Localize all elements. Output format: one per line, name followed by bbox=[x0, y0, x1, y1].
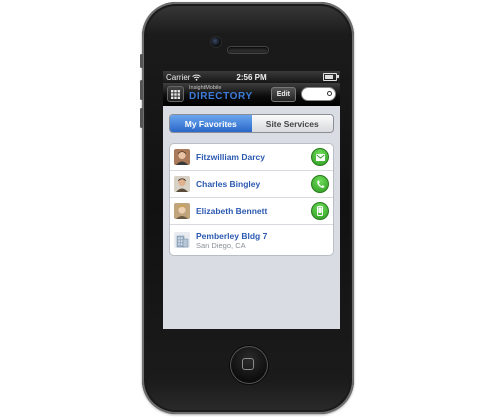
carrier-label: Carrier bbox=[166, 72, 191, 82]
phone-screen: Carrier 2:56 PM InsightMobile DIRECTORY … bbox=[163, 71, 340, 329]
carrier-group: Carrier bbox=[166, 72, 202, 82]
battery-icon bbox=[323, 73, 339, 81]
location-city: San Diego, CA bbox=[196, 240, 246, 250]
segmented-control: My Favorites Site Services bbox=[169, 114, 334, 133]
tab-my-favorites[interactable]: My Favorites bbox=[170, 115, 252, 132]
avatar bbox=[174, 149, 190, 165]
volume-up-button bbox=[140, 80, 143, 100]
nav-bar: InsightMobile DIRECTORY Edit bbox=[163, 83, 340, 106]
app-logo: InsightMobile DIRECTORY bbox=[189, 86, 253, 102]
edit-button[interactable]: Edit bbox=[270, 86, 296, 102]
volume-down-button bbox=[140, 108, 143, 128]
menu-grid-button[interactable] bbox=[167, 86, 184, 102]
contact-name: Elizabeth Bennett bbox=[196, 206, 268, 216]
list-item[interactable]: Elizabeth Bennett bbox=[170, 198, 333, 225]
status-bar: Carrier 2:56 PM bbox=[163, 71, 340, 83]
avatar bbox=[174, 203, 190, 219]
mobile-phone-icon bbox=[317, 206, 323, 216]
ringer-switch bbox=[140, 54, 143, 68]
grid-icon bbox=[171, 89, 180, 99]
contact-name: Charles Bingley bbox=[196, 179, 261, 189]
building-icon bbox=[174, 232, 190, 248]
wifi-icon bbox=[192, 74, 202, 81]
location-item[interactable]: Pemberley Bldg 7 San Diego, CA bbox=[170, 225, 333, 255]
email-button[interactable] bbox=[311, 148, 329, 166]
list-item[interactable]: Charles Bingley bbox=[170, 171, 333, 198]
location-text: Pemberley Bldg 7 San Diego, CA bbox=[196, 231, 267, 250]
favorites-list: Fitzwilliam Darcy Charles Bingley Elizab… bbox=[169, 143, 334, 256]
logo-title: DIRECTORY bbox=[189, 90, 253, 102]
call-button[interactable] bbox=[311, 175, 329, 193]
location-name: Pemberley Bldg 7 bbox=[196, 230, 268, 241]
front-camera bbox=[211, 37, 221, 47]
mobile-call-button[interactable] bbox=[311, 202, 329, 220]
earpiece-speaker bbox=[228, 47, 268, 53]
search-toggle[interactable] bbox=[301, 87, 336, 101]
tab-site-services[interactable]: Site Services bbox=[251, 115, 333, 132]
email-icon bbox=[315, 153, 325, 161]
phone-icon bbox=[316, 180, 324, 188]
home-square-icon bbox=[242, 358, 254, 370]
contact-name: Fitzwilliam Darcy bbox=[196, 152, 265, 162]
avatar bbox=[174, 176, 190, 192]
list-item[interactable]: Fitzwilliam Darcy bbox=[170, 144, 333, 171]
